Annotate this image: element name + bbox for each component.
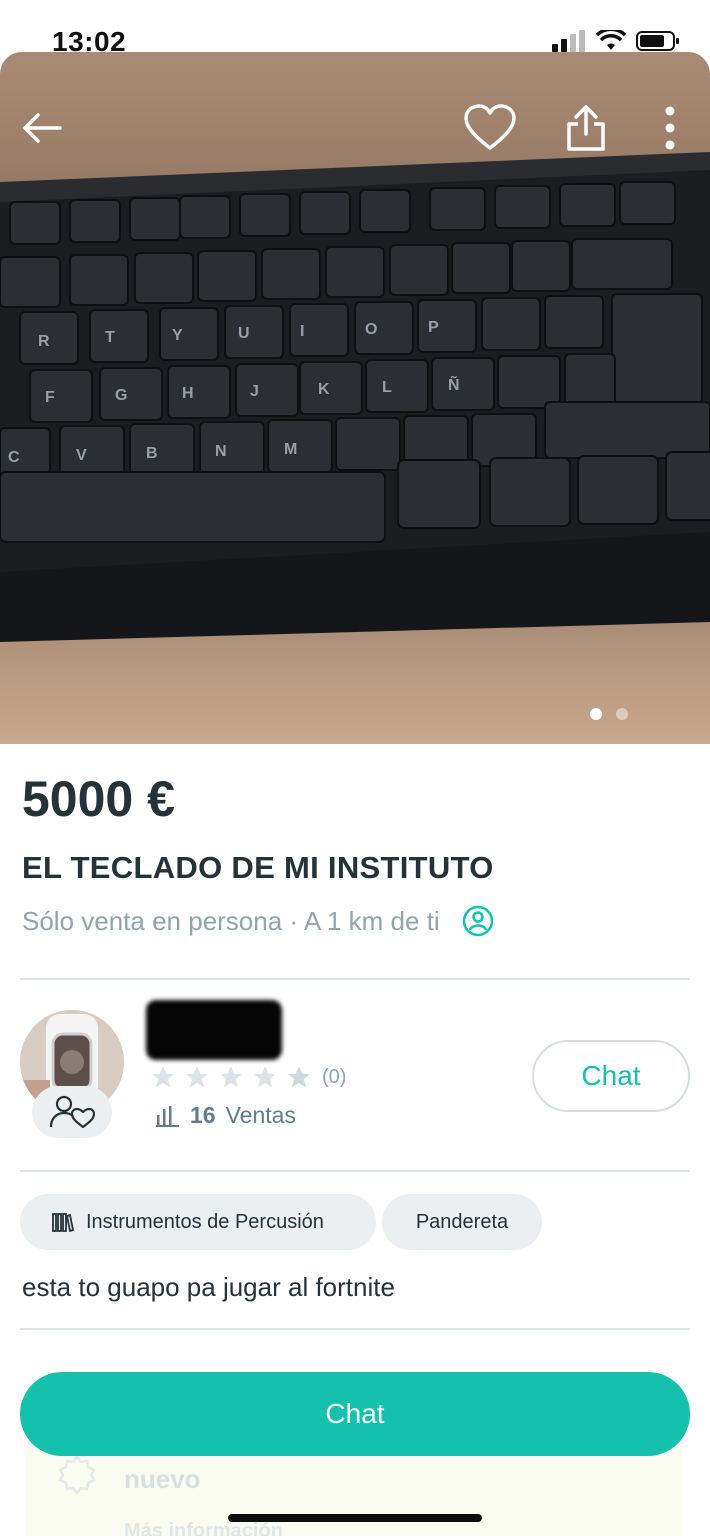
rating-count: (0) xyxy=(322,1065,347,1088)
svg-text:P: P xyxy=(428,319,439,336)
svg-text:M: M xyxy=(284,441,297,458)
condition-label: nuevo xyxy=(124,1464,201,1494)
svg-text:O: O xyxy=(365,321,377,338)
star-icon xyxy=(288,1066,310,1088)
gallery-dot-1[interactable] xyxy=(590,708,602,720)
seller-chat-button[interactable]: Chat xyxy=(532,1040,690,1112)
svg-text:T: T xyxy=(105,329,115,346)
favorite-button[interactable] xyxy=(460,98,520,158)
tag-category-label: Instrumentos de Percusión xyxy=(86,1210,324,1233)
star-icon xyxy=(152,1066,174,1088)
svg-text:Y: Y xyxy=(172,327,183,344)
star-icon xyxy=(186,1066,208,1088)
divider xyxy=(20,978,690,980)
arrow-left-icon xyxy=(23,113,62,143)
gallery-dot-2[interactable] xyxy=(616,708,628,720)
cellular-signal-icon xyxy=(552,30,585,52)
star-icon xyxy=(220,1066,242,1088)
more-info-link[interactable]: Más información xyxy=(124,1520,283,1536)
svg-text:H: H xyxy=(182,385,194,402)
svg-text:B: B xyxy=(146,445,158,462)
seller-name[interactable]: S... C. xyxy=(146,1000,282,1060)
chat-button[interactable]: Chat xyxy=(20,1372,690,1456)
more-vertical-icon xyxy=(665,106,675,150)
wifi-icon xyxy=(596,30,626,50)
person-pin-icon[interactable] xyxy=(462,904,494,938)
battery-icon xyxy=(636,31,679,51)
svg-text:L: L xyxy=(382,379,392,396)
svg-text:F: F xyxy=(45,389,55,406)
product-description: esta to guapo pa jugar al fortnite xyxy=(22,1272,395,1302)
svg-text:N: N xyxy=(215,443,227,460)
more-options-button[interactable] xyxy=(640,98,700,158)
heart-icon xyxy=(464,104,516,150)
share-button[interactable] xyxy=(556,98,616,158)
badge-icon xyxy=(58,1454,96,1496)
svg-text:K: K xyxy=(318,381,330,398)
shipping-info: Sólo venta en persona · A 1 km de ti xyxy=(22,904,494,938)
seller-sales: 16 Ventas xyxy=(156,1102,296,1129)
tag-category[interactable]: Instrumentos de Percusión xyxy=(20,1194,376,1250)
gallery-pagination xyxy=(590,708,628,720)
sales-count: 16 xyxy=(190,1102,216,1128)
product-image-gallery[interactable]: R T Y U I O P F G H J K L Ñ C V B N M xyxy=(0,52,710,744)
back-button[interactable] xyxy=(12,98,72,158)
svg-text:R: R xyxy=(38,333,50,350)
svg-text:J: J xyxy=(250,383,259,400)
share-icon xyxy=(567,105,605,151)
svg-text:V: V xyxy=(76,447,87,464)
divider xyxy=(20,1170,690,1172)
tag-subcategory-label: Pandereta xyxy=(415,1210,509,1233)
status-icons xyxy=(552,30,680,52)
seller-rating: (0) xyxy=(150,1064,346,1090)
books-icon xyxy=(52,1213,74,1232)
svg-text:I: I xyxy=(300,323,304,340)
sales-label: Ventas xyxy=(225,1102,296,1128)
svg-text:G: G xyxy=(115,387,127,404)
divider xyxy=(20,1328,690,1330)
status-bar: 13:02 xyxy=(0,0,710,60)
product-title: EL TECLADO DE MI INSTITUTO xyxy=(22,850,494,885)
bar-chart-icon xyxy=(156,1105,179,1127)
product-price: 5000 € xyxy=(22,771,175,827)
svg-text:Ñ: Ñ xyxy=(448,374,460,394)
svg-text:C: C xyxy=(8,449,20,466)
svg-text:U: U xyxy=(238,325,250,342)
shipping-label: Sólo venta en persona · A 1 km de ti xyxy=(22,905,440,936)
home-indicator xyxy=(228,1514,482,1522)
star-icon xyxy=(254,1066,276,1088)
follow-button[interactable] xyxy=(32,1086,112,1138)
tag-subcategory[interactable]: Pandereta xyxy=(382,1194,542,1250)
follow-user-icon xyxy=(49,1095,95,1129)
